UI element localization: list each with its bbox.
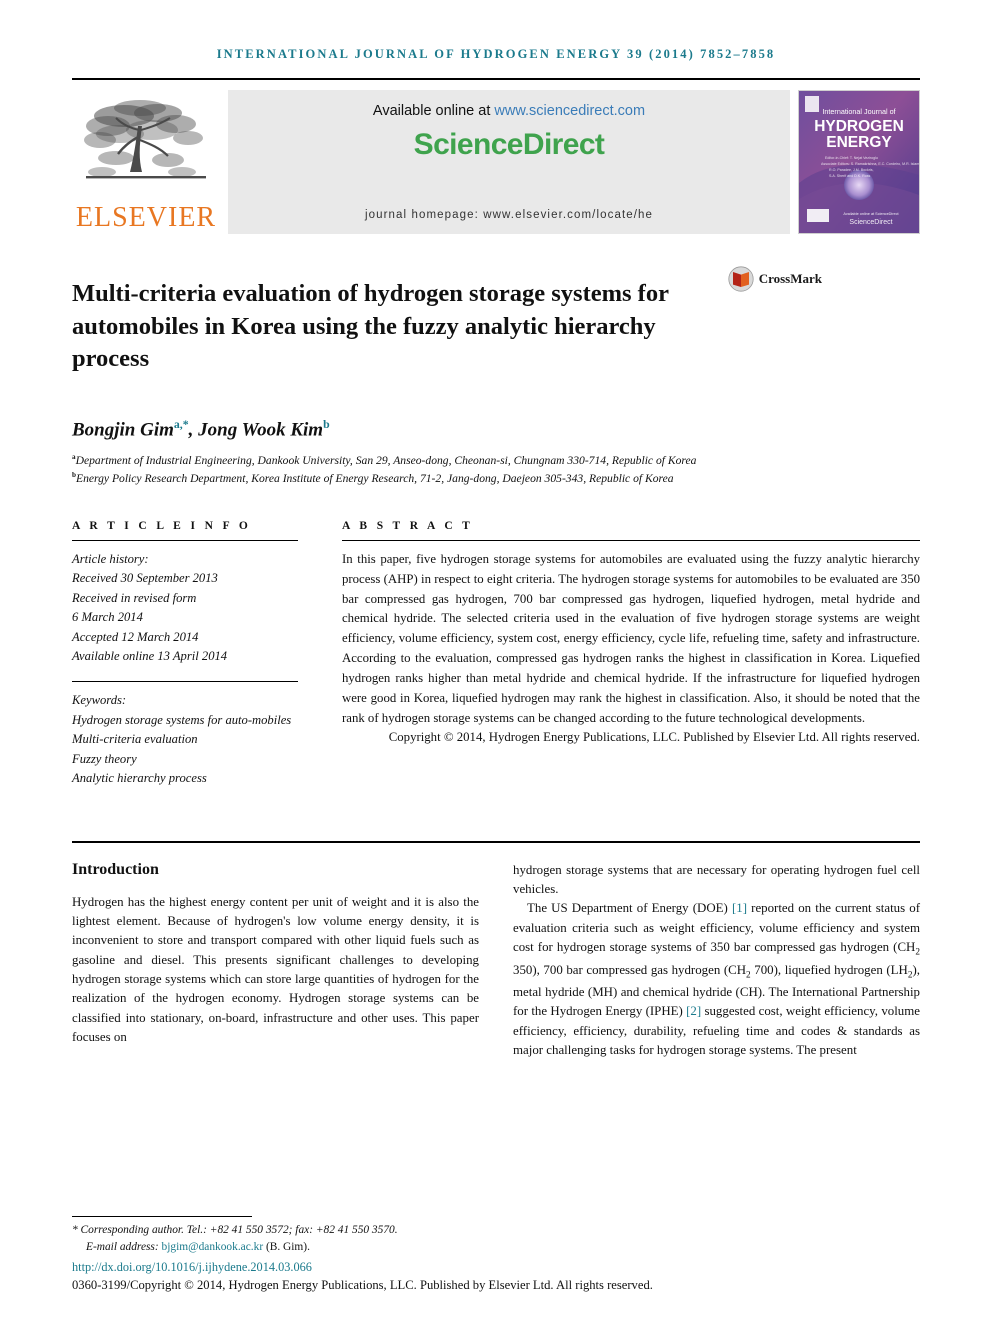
- email-label: E-mail address:: [86, 1240, 162, 1253]
- intro-paragraph-left: Hydrogen has the highest energy content …: [72, 894, 479, 1045]
- intro-paragraph-right-2: The US Department of Energy (DOE) [1] re…: [513, 899, 920, 1060]
- issn-copyright-line: 0360-3199/Copyright © 2014, Hydrogen Ene…: [72, 1278, 653, 1292]
- body-column-right: hydrogen storage systems that are necess…: [513, 861, 920, 1061]
- abstract-text: In this paper, five hydrogen storage sys…: [342, 551, 920, 725]
- elsevier-logo: ELSEVIER: [72, 90, 220, 234]
- title-row: Multi-criteria evaluation of hydrogen st…: [72, 262, 920, 392]
- corresponding-author-line: * Corresponding author. Tel.: +82 41 550…: [72, 1223, 398, 1236]
- intro-paragraph-right-continuation: hydrogen storage systems that are necess…: [513, 862, 920, 896]
- sciencedirect-logo[interactable]: ScienceDirect: [414, 128, 605, 162]
- article-info-column: A R T I C L E I N F O Article history: R…: [72, 520, 298, 789]
- footnote-rule: [72, 1215, 252, 1217]
- crossmark-icon: [728, 266, 754, 292]
- affiliation-b: bEnergy Policy Research Department, Kore…: [72, 470, 772, 487]
- subscript-1: 2: [915, 947, 920, 958]
- info-abstract-section: A R T I C L E I N F O Article history: R…: [72, 520, 920, 789]
- email-suffix: (B. Gim).: [263, 1240, 310, 1253]
- keyword-item-0: Hydrogen storage systems for auto-mobile…: [72, 712, 292, 727]
- svg-text:S.A. Sherif and D.K. Ross: S.A. Sherif and D.K. Ross: [829, 174, 871, 178]
- affiliation-text-b: Energy Policy Research Department, Korea…: [76, 471, 674, 485]
- article-history-block: Article history: Received 30 September 2…: [72, 550, 298, 667]
- affiliation-a: aDepartment of Industrial Engineering, D…: [72, 452, 772, 469]
- history-item-1: Received in revised form: [72, 590, 197, 605]
- elsevier-wordmark: ELSEVIER: [75, 202, 217, 233]
- article-page: International Journal of Hydrogen Energy…: [0, 0, 992, 1323]
- section-title-introduction: Introduction: [72, 860, 159, 878]
- keyword-item-1: Multi-criteria evaluation: [72, 732, 198, 747]
- journal-cover-art: International Journal of HYDROGEN ENERGY…: [799, 91, 919, 233]
- page-title: Multi-criteria evaluation of hydrogen st…: [72, 280, 669, 373]
- journal-homepage-link[interactable]: journal homepage: www.elsevier.com/locat…: [228, 209, 790, 221]
- crossmark-label: CrossMark: [758, 271, 822, 286]
- svg-text:HYDROGEN: HYDROGEN: [814, 118, 904, 135]
- doe-text-3: 350), 700 bar compressed gas hydrogen (C…: [513, 962, 747, 977]
- keyword-item-3: Analytic hierarchy process: [72, 771, 207, 786]
- doe-text-4: 700), liquefied hydrogen (LH: [750, 962, 908, 977]
- keyword-item-2: Fuzzy theory: [72, 751, 137, 766]
- available-online-line: Available online at www.sciencedirect.co…: [373, 103, 645, 119]
- author-marks-2: b: [323, 417, 330, 431]
- journal-masthead: International Journal of Hydrogen Energy…: [216, 47, 776, 61]
- email-link[interactable]: bjgim@dankook.ac.kr: [162, 1241, 264, 1253]
- citation-link-1[interactable]: [1]: [732, 901, 747, 915]
- svg-text:ENERGY: ENERGY: [826, 134, 892, 151]
- keywords-separator-rule: [72, 681, 298, 691]
- author-list: Bongjin Gima,*, Jong Wook Kimb: [72, 417, 330, 441]
- history-item-3: Accepted 12 March 2014: [72, 629, 199, 644]
- journal-cover-thumbnail[interactable]: International Journal of HYDROGEN ENERGY…: [798, 90, 920, 234]
- body-separator-rule: [72, 840, 920, 843]
- masthead-rule: [72, 78, 920, 80]
- citation-link-2[interactable]: [2]: [686, 1004, 701, 1018]
- svg-text:R.O. Paradee, J.M. Bockris,: R.O. Paradee, J.M. Bockris,: [829, 168, 874, 172]
- keywords-label: Keywords:: [72, 693, 127, 707]
- author-name-2: Jong Wook Kim: [198, 419, 324, 441]
- publisher-header-band: ELSEVIER Available online at www.science…: [72, 90, 920, 234]
- abstract-column: A B S T R A C T In this paper, five hydr…: [342, 520, 920, 789]
- elsevier-tree-icon: [84, 100, 206, 179]
- doe-text-1: The US Department of Energy (DOE): [527, 901, 732, 916]
- email-line: E-mail address: bjgim@dankook.ac.kr (B. …: [72, 1239, 920, 1256]
- available-online-prefix: Available online at: [372, 103, 495, 119]
- doi-link[interactable]: http://dx.doi.org/10.1016/j.ijhydene.201…: [72, 1260, 920, 1275]
- body-column-left: Introduction Hydrogen has the highest en…: [72, 861, 479, 1061]
- footnote-area: * Corresponding author. Tel.: +82 41 550…: [72, 1215, 920, 1293]
- article-history-label: Article history:: [72, 551, 149, 566]
- abstract-copyright: Copyright © 2014, Hydrogen Energy Public…: [388, 730, 920, 745]
- body-columns: Introduction Hydrogen has the highest en…: [72, 861, 920, 1061]
- abstract-heading: A B S T R A C T: [342, 519, 474, 532]
- author-marks-1: a,*: [173, 417, 189, 431]
- abstract-rule: [342, 539, 920, 550]
- article-info-rule: [72, 539, 298, 550]
- crossmark-badge[interactable]: CrossMark: [712, 262, 822, 392]
- keywords-block: Keywords: Hydrogen storage systems for a…: [72, 691, 298, 789]
- sciencedirect-band: Available online at www.sciencedirect.co…: [228, 90, 790, 234]
- svg-text:International Journal of: International Journal of: [822, 107, 895, 116]
- affiliation-text-a: Department of Industrial Engineering, Da…: [75, 454, 697, 468]
- sciencedirect-url-link[interactable]: www.sciencedirect.com: [494, 103, 645, 119]
- author-name-1: Bongjin Gim: [72, 419, 174, 441]
- article-info-heading: A R T I C L E I N F O: [72, 519, 252, 532]
- affiliation-list: aDepartment of Industrial Engineering, D…: [72, 452, 772, 487]
- history-item-2: 6 March 2014: [72, 610, 143, 625]
- svg-text:ScienceDirect: ScienceDirect: [849, 219, 892, 226]
- svg-text:Associate Editors: S. Ramakris: Associate Editors: S. Ramakrishna, E.C. …: [821, 162, 919, 166]
- history-item-4: Available online 13 April 2014: [72, 649, 228, 664]
- svg-text:Available online at ScienceDir: Available online at ScienceDirect: [843, 212, 899, 216]
- svg-text:Editor-in-Chief: T. Nejat Vezi: Editor-in-Chief: T. Nejat Veziroglu: [825, 156, 878, 160]
- history-item-0: Received 30 September 2013: [72, 571, 218, 586]
